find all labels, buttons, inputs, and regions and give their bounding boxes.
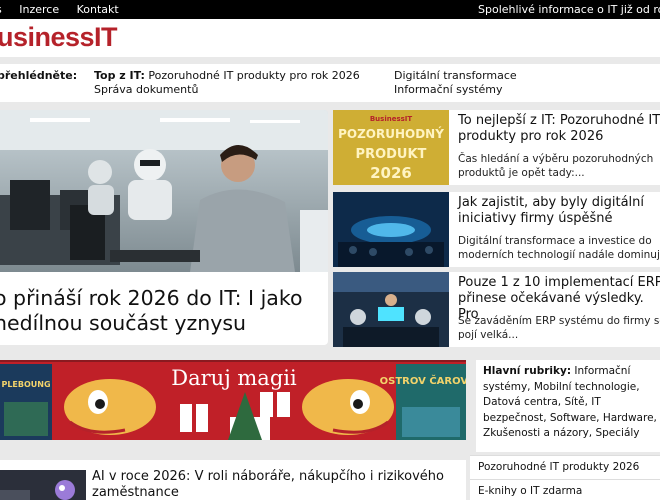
bottom-story-thumbnail[interactable] [0, 470, 86, 500]
side-story-3[interactable]: Pouze 1 z 10 implementací ERP přinese oč… [333, 272, 660, 347]
top-link-text[interactable]: Pozoruhodné IT produkty pro rok 2026 [145, 69, 359, 82]
story-2-title[interactable]: Jak zajistit, aby byly digitální iniciat… [458, 195, 660, 227]
link-sprava-dokumentu[interactable]: Správa dokumentů [94, 83, 360, 97]
story-1-desc: Čas hledání a výběru pozoruhodných produ… [458, 153, 654, 179]
thumb-brand: BusinessIT [370, 115, 413, 123]
top-nav-item[interactable]: s [0, 3, 2, 16]
hero-article[interactable]: o přináší rok 2026 do IT: I jako nedílno… [0, 110, 328, 345]
main-sections-box: Hlavní rubriky: Informační systémy, Mobi… [476, 360, 660, 452]
banner-artwork[interactable]: PLEBOUNG Daruj magii OSTROV ČAROVĚJÍ [0, 362, 466, 440]
dont-miss-label: přehlédněte: [0, 69, 78, 82]
side-story-2[interactable]: Jak zajistit, aby byly digitální iniciat… [333, 192, 660, 267]
site-header: usinessIT [0, 19, 660, 57]
sidebar-link-products[interactable]: Pozoruhodné IT produkty 2026 [470, 455, 660, 479]
top-link[interactable]: Top z IT: Pozoruhodné IT produkty pro ro… [94, 69, 360, 83]
story-2-thumbnail[interactable] [333, 192, 449, 267]
link-informacni-systemy[interactable]: Informační systémy [394, 83, 517, 97]
banner-book-left-title: PLEBOUNG [1, 380, 50, 389]
side-story-1[interactable]: BusinessIT POZORUHODNÝ PRODUKT 2026 To n… [333, 110, 660, 185]
site-logo[interactable]: usinessIT [0, 22, 118, 53]
dont-miss-col-1: Top z IT: Pozoruhodné IT produkty pro ro… [94, 69, 360, 97]
top-nav-kontakt[interactable]: Kontakt [77, 3, 119, 16]
story-1-title[interactable]: To nejlepší z IT: Pozoruhodné IT produkt… [458, 113, 660, 145]
thumb-line-3: PRODUKT [356, 147, 427, 162]
link-digitalni-transformace[interactable]: Digitální transformace [394, 69, 517, 83]
hero-title[interactable]: o přináší rok 2026 do IT: I jako nedílno… [0, 286, 324, 336]
sidebar-link-ebooks[interactable]: E-knihy o IT zdarma [470, 479, 660, 500]
story-1-thumbnail[interactable]: BusinessIT POZORUHODNÝ PRODUKT 2026 [333, 110, 449, 185]
story-2-desc: Digitální transformace a investice do mo… [458, 235, 660, 261]
top-nav: s Inzerce Kontakt [0, 3, 133, 16]
dont-miss-col-2: Digitální transformace Informační systém… [394, 69, 517, 97]
top-prefix: Top z IT: [94, 69, 145, 82]
bottom-story-title[interactable]: AI v roce 2026: V roli náboráře, nákupčí… [92, 469, 462, 500]
dont-miss-strip: přehlédněte: Top z IT: Pozoruhodné IT pr… [0, 64, 660, 102]
top-bar: s Inzerce Kontakt Spolehlivé informace o… [0, 0, 660, 19]
tagline: Spolehlivé informace o IT již od roku 2 [478, 3, 660, 16]
hero-image[interactable] [0, 110, 328, 272]
banner-book-right-title: OSTROV ČAROVĚJÍ [380, 374, 466, 387]
thumb-line-2: POZORUHODNÝ [338, 126, 444, 141]
top-nav-inzerce[interactable]: Inzerce [19, 3, 59, 16]
thumb-line-4: 2026 [370, 164, 412, 182]
promo-banner[interactable]: PLEBOUNG Daruj magii OSTROV ČAROVĚJÍ [0, 360, 466, 440]
bottom-story[interactable]: AI v roce 2026: V roli náboráře, nákupčí… [0, 460, 466, 500]
main-sections-label: Hlavní rubriky: [483, 365, 572, 377]
banner-headline: Daruj magii [171, 366, 297, 390]
story-3-desc: Se zaváděním ERP systému do firmy se poj… [458, 315, 660, 341]
story-3-thumbnail[interactable] [333, 272, 449, 347]
